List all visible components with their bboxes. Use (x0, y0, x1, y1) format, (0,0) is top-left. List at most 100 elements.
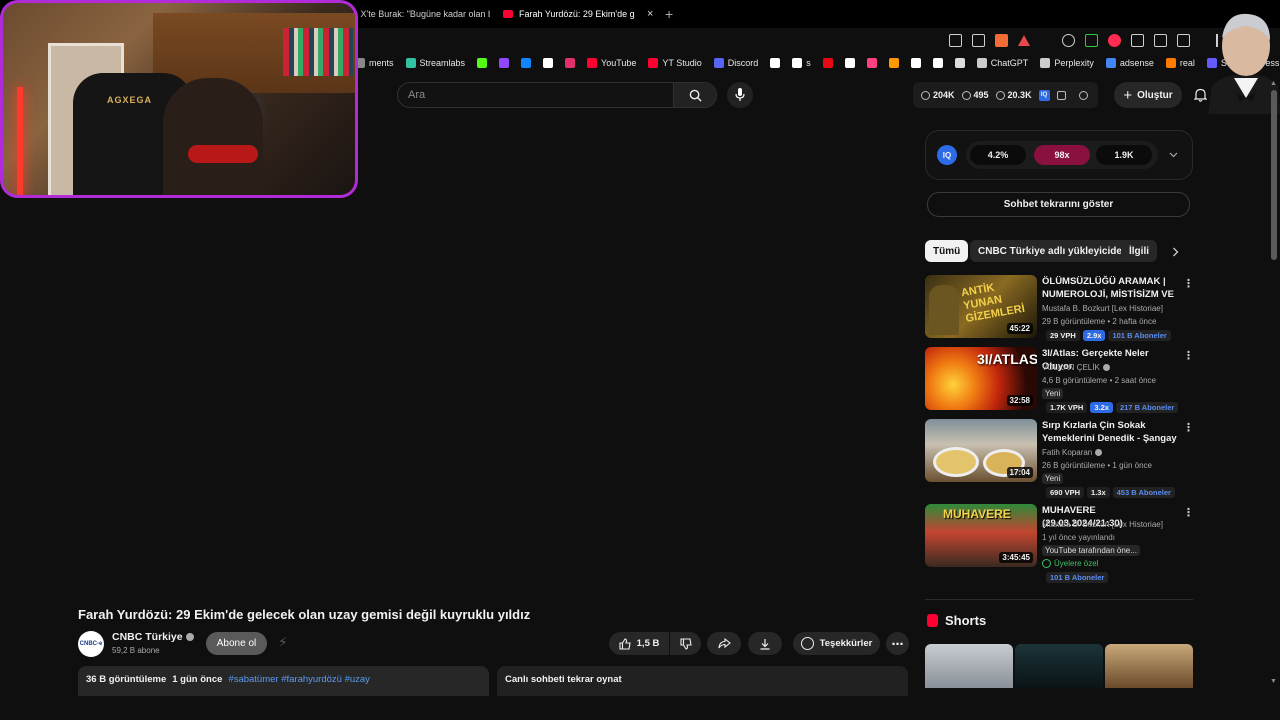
bookmark-item[interactable]: ChatGPT (976, 58, 1028, 68)
video-title[interactable]: ÖLÜMSÜZLÜĞÜ ARAMAK | NUMEROLOJİ, MİSTİSİ… (1042, 275, 1177, 302)
iq-icon[interactable]: IQ (1038, 89, 1050, 101)
bookmark-item[interactable]: ments (355, 58, 394, 68)
channel-row[interactable]: Fatih Koparan (1042, 448, 1182, 457)
chip-all[interactable]: Tümü (925, 240, 969, 262)
recommendation-item[interactable]: 17:04 Sırp Kızlarla Çin Sokak Yemeklerin… (925, 419, 1194, 499)
channel-name[interactable]: Mustafa B. Bozkurt [Lex Historiae] (1042, 520, 1182, 529)
new-tab-icon[interactable]: + (665, 6, 673, 22)
extension-icon[interactable] (1062, 34, 1075, 47)
live-chat-replay[interactable]: Canlı sohbeti tekrar oynat (497, 666, 908, 696)
bookmark-item[interactable] (477, 58, 488, 68)
download-button[interactable] (748, 632, 782, 655)
channel-name[interactable]: VOLKAN ÇELİK (1042, 363, 1100, 372)
bookmark-item[interactable]: s (792, 58, 811, 68)
search-input[interactable]: Ara (398, 89, 673, 101)
short-thumbnail[interactable] (925, 644, 1013, 688)
channel-name[interactable]: CNBC Türkiye (112, 631, 183, 643)
more-actions-button[interactable]: ⋯ (886, 632, 909, 655)
more-options-icon[interactable]: ⋮ (1183, 421, 1194, 434)
bookmark-item[interactable] (866, 58, 877, 68)
bookmark-item[interactable] (565, 58, 576, 68)
close-tab-icon[interactable]: × (647, 8, 653, 20)
search-bar[interactable]: Ara (397, 82, 717, 108)
browser-tab-active[interactable]: Farah Yurdözü: 29 Ekim'de gelec × (503, 4, 658, 24)
bookmark-icon (1040, 58, 1051, 68)
bookmark-label: Streamlabs (419, 58, 466, 68)
video-thumbnail[interactable]: 3I/ATLAS 32:58 (925, 347, 1037, 410)
verified-icon (185, 633, 194, 641)
recommendation-item[interactable]: MUHAVERE 3:45:45 MUHAVERE (29.03.2024/21… (925, 504, 1194, 584)
channel-row[interactable]: VOLKAN ÇELİK (1042, 363, 1182, 372)
led-light (17, 87, 23, 195)
video-duration: 45:22 (1006, 323, 1033, 334)
dislike-button[interactable] (670, 632, 701, 655)
channel-name-row[interactable]: CNBC Türkiye (112, 631, 194, 643)
bookmark-item[interactable] (910, 58, 921, 68)
bookmark-item[interactable]: adsense (1105, 58, 1154, 68)
more-options-icon[interactable]: ⋮ (1183, 349, 1194, 362)
show-chat-replay-button[interactable]: Sohbet tekrarını göster (927, 192, 1190, 217)
bookmark-item[interactable] (499, 58, 510, 68)
like-button[interactable]: 1,5 B (609, 632, 669, 655)
bookmark-item[interactable] (822, 58, 833, 68)
scrollbar-thumb[interactable] (1271, 90, 1277, 260)
video-description[interactable]: 36 B görüntüleme 1 gün önce #sabatümer #… (78, 666, 489, 696)
chip-from-uploader[interactable]: CNBC Türkiye adlı yükleyiciden (970, 240, 1137, 262)
bookmark-item[interactable] (844, 58, 855, 68)
bookmark-item[interactable] (521, 58, 532, 68)
thanks-button[interactable]: Teşekkürler (793, 632, 880, 655)
bookmark-item[interactable] (543, 58, 554, 68)
video-title[interactable]: Sırp Kızlarla Çin Sokak Yemeklerini Dene… (1042, 419, 1177, 446)
channel-avatar[interactable]: CNBC-e (78, 631, 104, 657)
browser-tab[interactable]: 2) X'te Burak: "Bugüne kadar olan b (350, 4, 490, 24)
extension-icon[interactable] (1177, 34, 1190, 47)
bookmark-item[interactable] (932, 58, 943, 68)
recommendation-item[interactable]: 3I/ATLAS 32:58 3I/Atlas: Gerçekte Neler … (925, 347, 1194, 415)
recommendation-item[interactable]: ANTİK YUNAN GİZEMLERİ 45:22 ÖLÜMSÜZLÜĞÜ … (925, 275, 1194, 343)
extension-red-icon[interactable] (1108, 34, 1121, 47)
video-thumbnail[interactable]: 17:04 (925, 419, 1037, 482)
bookmark-item[interactable]: Discord (713, 58, 758, 68)
scroll-up-arrow[interactable]: ▲ (1270, 80, 1277, 87)
bookmark-item[interactable] (888, 58, 899, 68)
notifications-bell-icon[interactable] (1194, 88, 1207, 102)
bookmark-item[interactable]: YT Studio (648, 58, 702, 68)
hashtags[interactable]: #sabatümer #farahyurdözü #uzay (228, 674, 370, 685)
extension-green-icon[interactable] (1085, 34, 1098, 47)
short-thumbnail[interactable] (1105, 644, 1193, 688)
triangle-extension-icon[interactable] (1018, 35, 1030, 46)
bookmark-item[interactable]: real (1165, 58, 1195, 68)
share-icon[interactable] (972, 34, 985, 47)
trophy-icon[interactable] (1078, 90, 1088, 100)
more-options-icon[interactable]: ⋮ (1183, 277, 1194, 290)
search-button[interactable] (673, 83, 716, 107)
brave-shield-icon[interactable] (995, 34, 1008, 47)
list-icon[interactable] (1056, 90, 1066, 100)
extension-icon[interactable] (1154, 34, 1167, 47)
channel-name[interactable]: Fatih Koparan (1042, 448, 1092, 457)
bookmark-item[interactable]: YouTube (587, 58, 636, 68)
bookmark-icon (954, 58, 965, 68)
video-thumbnail[interactable]: MUHAVERE 3:45:45 (925, 504, 1037, 567)
subscribe-button[interactable]: Abone ol (206, 632, 267, 655)
extension-icon[interactable] (1131, 34, 1144, 47)
bookmark-item[interactable]: Streamlabs (405, 58, 466, 68)
create-button[interactable]: + Oluştur (1114, 82, 1182, 108)
video-thumbnail[interactable]: ANTİK YUNAN GİZEMLERİ 45:22 (925, 275, 1037, 338)
portrait-overlay (1208, 13, 1280, 114)
cast-icon[interactable] (949, 34, 962, 47)
share-button[interactable] (707, 632, 741, 655)
bookmark-item[interactable] (770, 58, 781, 68)
chevron-down-icon[interactable] (1169, 152, 1178, 158)
channel-name[interactable]: Mustafa B. Bozkurt [Lex Historiae] (1042, 304, 1182, 313)
chip-related[interactable]: İlgili (1121, 240, 1157, 262)
scroll-down-arrow[interactable]: ▼ (1270, 678, 1277, 685)
short-thumbnail[interactable] (1015, 644, 1103, 688)
lightning-icon[interactable]: ⚡ (278, 634, 288, 651)
voice-search-button[interactable] (727, 82, 753, 108)
bookmark-item[interactable]: Perplexity (1040, 58, 1094, 68)
download-icon (760, 638, 770, 650)
bookmark-item[interactable] (954, 58, 965, 68)
chevron-right-icon[interactable] (1172, 247, 1179, 257)
more-options-icon[interactable]: ⋮ (1183, 506, 1194, 519)
